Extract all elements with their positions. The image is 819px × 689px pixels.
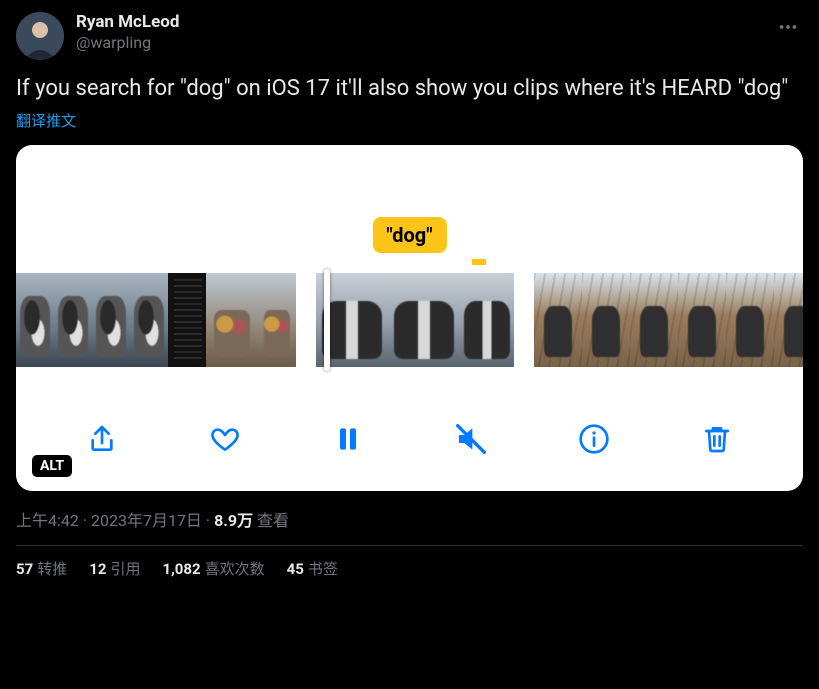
more-button[interactable] <box>773 12 803 42</box>
caption-bubble: "dog" <box>372 217 446 253</box>
clip-group-1[interactable] <box>16 273 296 367</box>
thumbnail-frame <box>678 273 726 367</box>
share-icon[interactable] <box>80 417 124 461</box>
media-toolbar <box>16 409 803 469</box>
pause-icon[interactable] <box>326 417 370 461</box>
thumbnail-frame <box>258 273 296 367</box>
thumbnail-frame <box>54 273 92 367</box>
tweet-meta: 上午4:42 · 2023年7月17日 · 8.9万 查看 <box>16 507 803 531</box>
alt-badge[interactable]: ALT <box>32 455 72 477</box>
thumbnail-frame <box>726 273 774 367</box>
thumbnail-frame <box>130 273 168 367</box>
tweet-text: If you search for "dog" on iOS 17 it'll … <box>16 74 803 104</box>
video-timeline[interactable] <box>16 273 803 367</box>
trash-icon[interactable] <box>695 417 739 461</box>
clip-group-3[interactable] <box>534 273 803 367</box>
thumbnail-frame <box>460 273 514 367</box>
thumbnail-frame <box>534 273 582 367</box>
views-count: 8.9万 <box>214 511 253 530</box>
handle[interactable]: @warpling <box>76 33 773 53</box>
clip-group-2[interactable] <box>316 273 514 367</box>
thumbnail-frame <box>582 273 630 367</box>
display-name[interactable]: Ryan McLeod <box>76 12 773 33</box>
thumbnail-frame <box>206 273 258 367</box>
caption-marker <box>472 259 486 265</box>
thumbnail-frame <box>630 273 678 367</box>
divider <box>16 545 803 546</box>
thumbnail-frame <box>92 273 130 367</box>
tweet-container: Ryan McLeod @warpling If you search for … <box>0 0 819 587</box>
date[interactable]: 2023年7月17日 <box>91 511 202 530</box>
thumbnail-frame <box>388 273 460 367</box>
likes-stat[interactable]: 1,082喜欢次数 <box>162 558 264 579</box>
playhead[interactable] <box>324 269 330 371</box>
quotes-stat[interactable]: 12引用 <box>89 558 140 579</box>
tweet-header: Ryan McLeod @warpling <box>16 12 803 60</box>
avatar[interactable] <box>16 12 64 60</box>
thumbnail-frame <box>168 273 206 367</box>
tweet-stats: 57转推 12引用 1,082喜欢次数 45书签 <box>16 558 803 579</box>
timestamp[interactable]: 上午4:42 <box>16 511 79 530</box>
media-attachment[interactable]: "dog" <box>16 145 803 491</box>
thumbnail-frame <box>774 273 803 367</box>
retweets-stat[interactable]: 57转推 <box>16 558 67 579</box>
translate-link[interactable]: 翻译推文 <box>16 110 803 131</box>
info-icon[interactable] <box>572 417 616 461</box>
mute-icon[interactable] <box>449 417 493 461</box>
views-label: 查看 <box>257 511 289 530</box>
heart-icon[interactable] <box>203 417 247 461</box>
author-names: Ryan McLeod @warpling <box>76 12 773 53</box>
thumbnail-frame <box>16 273 54 367</box>
bookmarks-stat[interactable]: 45书签 <box>287 558 338 579</box>
